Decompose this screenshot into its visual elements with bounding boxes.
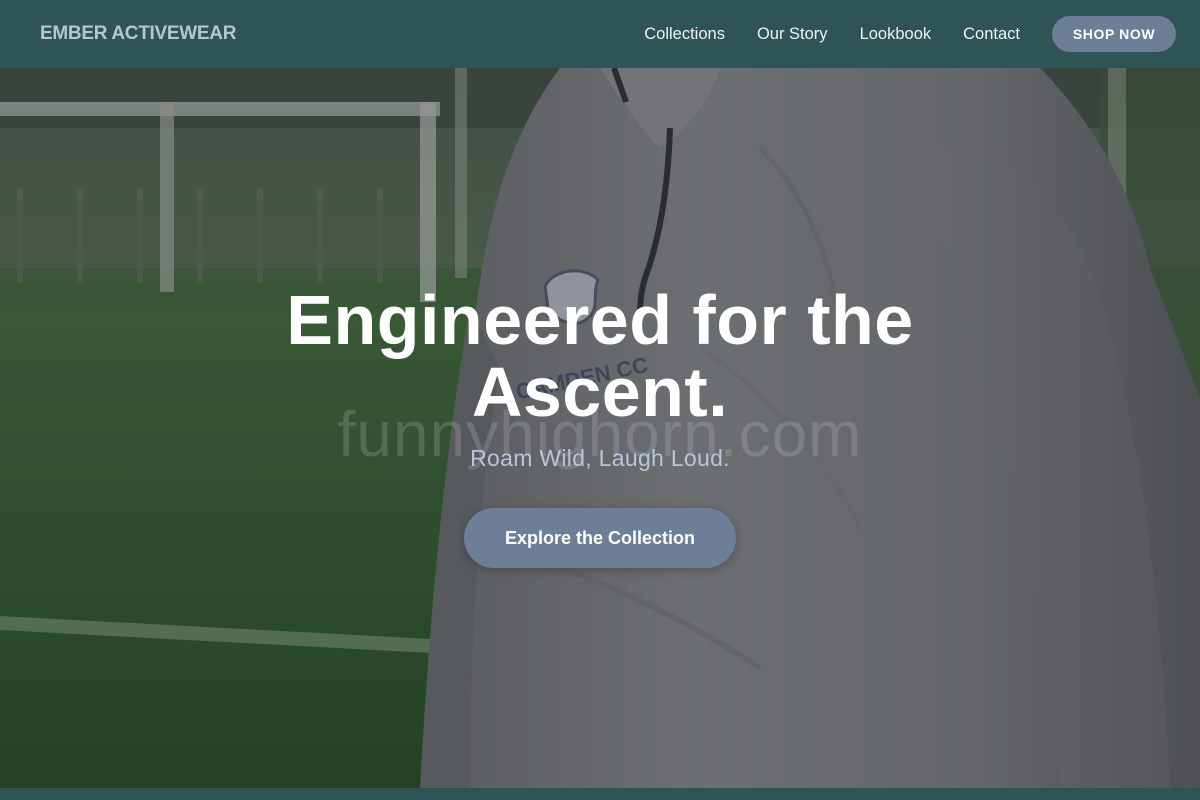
brand-logo[interactable]: EMBER ACTIVEWEAR — [40, 23, 236, 45]
top-navbar: EMBER ACTIVEWEAR Collections Our Story L… — [0, 0, 1200, 68]
hero-subtitle: Roam Wild, Laugh Loud. — [470, 445, 730, 471]
shop-now-button[interactable]: SHOP NOW — [1052, 16, 1176, 52]
hero-title: Engineered for the Ascent. — [286, 281, 914, 431]
explore-collection-button[interactable]: Explore the Collection — [464, 508, 736, 568]
nav-link-lookbook[interactable]: Lookbook — [860, 25, 932, 44]
nav-link-collections[interactable]: Collections — [644, 25, 725, 44]
nav-link-contact[interactable]: Contact — [963, 25, 1020, 44]
main-nav: Collections Our Story Lookbook Contact S… — [644, 16, 1176, 52]
nav-link-our-story[interactable]: Our Story — [757, 25, 828, 44]
hero-section: CAMDEN CC funnyhighorn.com Engineered fo… — [0, 68, 1200, 788]
hero-content: Engineered for the Ascent. Roam Wild, La… — [0, 284, 1200, 568]
bottom-strip — [0, 788, 1200, 800]
